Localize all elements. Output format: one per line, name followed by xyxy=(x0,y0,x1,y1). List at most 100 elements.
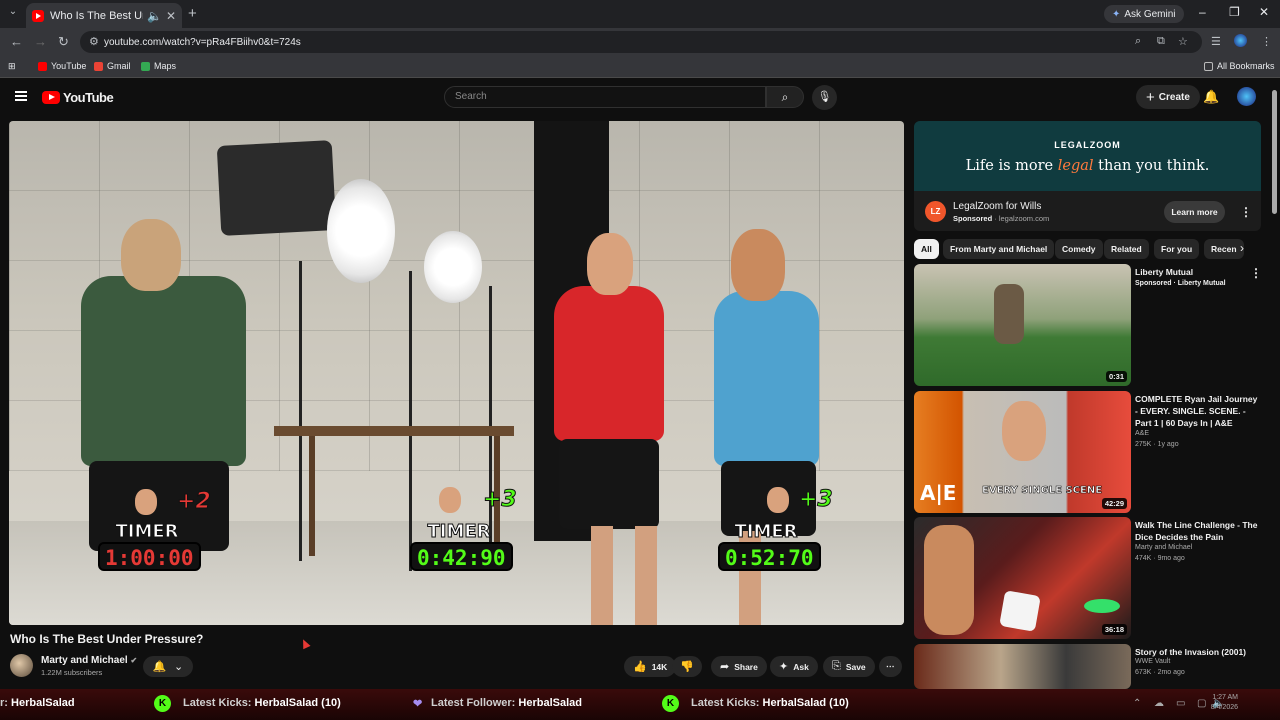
recommendation-title[interactable]: Walk The Line Challenge - The Dice Decid… xyxy=(1135,519,1260,543)
bookmark-gmail[interactable]: Gmail xyxy=(94,61,131,71)
recommendation-channel[interactable]: A&E xyxy=(1135,430,1149,437)
youtube-logo[interactable]: YouTube xyxy=(42,90,114,105)
profile-icon[interactable] xyxy=(1234,34,1247,47)
filter-chips: All From Marty and Michael Comedy Relate… xyxy=(914,239,1254,259)
recommendation-item[interactable]: EVERY SINGLE SCENE A|E 42:29 COMPLETE Ry… xyxy=(914,391,1264,513)
channel-avatar[interactable] xyxy=(10,654,33,677)
search-input[interactable]: Search xyxy=(444,86,766,108)
chip-for-you[interactable]: For you xyxy=(1154,239,1200,259)
chip-related[interactable]: Related xyxy=(1104,239,1149,259)
chip-from-channel[interactable]: From Marty and Michael xyxy=(943,239,1055,259)
create-button[interactable]: + Create xyxy=(1136,85,1200,109)
page-scrollbar[interactable] xyxy=(1270,84,1278,688)
taskbar-ticker: r: HerbalSalad K Latest Kicks: HerbalSal… xyxy=(0,689,1280,720)
chip-recent[interactable]: Recen xyxy=(1204,239,1244,259)
bookmark-youtube[interactable]: YouTube xyxy=(38,61,86,71)
close-window-icon[interactable]: ✕ xyxy=(1259,5,1269,19)
bookmark-youtube-label: YouTube xyxy=(51,61,87,71)
search-icon: ⌕ xyxy=(781,90,789,104)
mouse-cursor xyxy=(299,637,311,650)
tray-cloud-icon[interactable]: ☁ xyxy=(1154,698,1164,709)
tray-network-icon[interactable]: ▭ xyxy=(1176,698,1185,709)
channel-name[interactable]: Marty and Michael xyxy=(41,655,128,666)
install-app-icon[interactable]: ⧉ xyxy=(1157,35,1165,48)
bookmark-star-icon[interactable]: ☆ xyxy=(1178,35,1188,48)
menu-hamburger-icon[interactable] xyxy=(15,91,27,101)
apps-grid-icon[interactable]: ⊞ xyxy=(8,61,16,72)
new-tab-button[interactable]: + xyxy=(188,5,197,22)
recommendation-item[interactable]: 0:31 Liberty Mutual Sponsored · Liberty … xyxy=(914,264,1264,386)
thumbs-down-icon: 👎 xyxy=(680,661,694,673)
video-title: Who Is The Best Under Pressure? xyxy=(10,632,204,646)
minimize-icon[interactable]: – xyxy=(1199,5,1206,19)
extensions-icon[interactable]: ☰ xyxy=(1211,35,1221,48)
all-bookmarks[interactable]: All Bookmarks xyxy=(1204,61,1275,71)
dislike-button[interactable]: 👎 xyxy=(672,656,702,677)
share-button[interactable]: ➦ Share xyxy=(711,656,767,677)
ad-advertiser-name[interactable]: LegalZoom for Wills xyxy=(953,201,1041,212)
ticker-prefix: Latest Kicks: xyxy=(183,697,252,709)
recommendation-title[interactable]: Liberty Mutual xyxy=(1135,266,1260,278)
forward-icon[interactable]: → xyxy=(34,34,47,49)
recommendation-channel[interactable]: WWE Vault xyxy=(1135,658,1170,665)
ad-advertiser-logo[interactable]: LZ xyxy=(925,201,946,222)
tab-search-icon[interactable]: ⌄ xyxy=(6,6,20,20)
browser-tab-strip: ⌄ Who Is The Best Under Pre 🔈 ✕ + ✦Ask G… xyxy=(0,0,1280,28)
timer-clock: 0:42:90 xyxy=(410,542,513,571)
recommendation-title[interactable]: Story of the Invasion (2001) xyxy=(1135,646,1260,658)
ask-gemini-button[interactable]: ✦ Ask Gemini xyxy=(1104,5,1184,23)
save-button[interactable]: ⎘ Save xyxy=(823,656,875,677)
ask-button[interactable]: ✦ Ask xyxy=(770,656,818,677)
timer-label: TIMER xyxy=(427,521,491,543)
more-actions-button[interactable]: ⋯ xyxy=(879,656,902,677)
menu-kebab-icon[interactable]: ⋮ xyxy=(1261,35,1272,48)
bookmarks-bar: ⊞ YouTube Gmail Maps All Bookmarks xyxy=(0,56,1280,78)
video-player[interactable]: +2 TIMER 1:00:00 +3 TIMER 0:42:90 +3 TIM… xyxy=(9,121,904,625)
maximize-icon[interactable]: ❐ xyxy=(1229,5,1240,19)
voice-search-button[interactable]: 🎙 xyxy=(812,85,837,110)
thumbnail-face xyxy=(1002,401,1046,461)
thumbnail-glow xyxy=(1084,599,1120,613)
close-tab-icon[interactable]: ✕ xyxy=(166,9,176,23)
bookmark-maps[interactable]: Maps xyxy=(141,61,176,71)
notifications-bell-icon[interactable]: 🔔 xyxy=(1203,89,1219,105)
browser-tab[interactable]: Who Is The Best Under Pre 🔈 ✕ xyxy=(26,3,182,28)
account-avatar[interactable] xyxy=(1237,87,1256,106)
chip-comedy[interactable]: Comedy xyxy=(1055,239,1103,259)
channel-name-row[interactable]: Marty and Michael ✔ xyxy=(41,655,137,666)
mute-tab-icon[interactable]: 🔈 xyxy=(147,9,162,23)
search-button[interactable]: ⌕ xyxy=(766,86,804,108)
gemini-icon: ✦ xyxy=(1112,8,1121,20)
recommendation-title[interactable]: COMPLETE Ryan Jail Journey - EVERY. SING… xyxy=(1135,393,1260,429)
timer-label: TIMER xyxy=(734,521,798,543)
back-icon[interactable]: ← xyxy=(10,34,23,49)
video-thumbnail[interactable]: 36:18 xyxy=(914,517,1131,639)
softbox-light xyxy=(424,231,482,303)
site-info-icon[interactable]: ⚙ xyxy=(89,35,99,48)
item-menu-kebab-icon[interactable]: ⋮ xyxy=(1250,266,1262,280)
recommendation-channel[interactable]: Sponsored · Liberty Mutual xyxy=(1135,280,1226,287)
like-button[interactable]: 👍 14K xyxy=(624,656,677,677)
address-bar[interactable]: youtube.com/watch?v=pRa4FBiihv0&t=724s xyxy=(80,31,1202,53)
ticker-prefix: Latest Follower: xyxy=(431,697,516,709)
all-bookmarks-label: All Bookmarks xyxy=(1217,61,1275,71)
video-thumbnail[interactable] xyxy=(914,644,1131,689)
chips-next-chevron-icon[interactable]: › xyxy=(1240,241,1244,255)
system-clock[interactable]: 1:27 AM 8/4/2026 xyxy=(1198,693,1238,713)
recommendation-item[interactable]: Story of the Invasion (2001) WWE Vault 6… xyxy=(914,644,1264,689)
ad-banner[interactable]: LEGALZOOM Life is more legal than you th… xyxy=(914,121,1261,191)
recommendation-channel[interactable]: Marty and Michael xyxy=(1135,544,1192,551)
tray-chevron-icon[interactable]: ⌃ xyxy=(1133,698,1141,709)
ticker-name: HerbalSalad xyxy=(518,697,582,709)
recommendation-item[interactable]: 36:18 Walk The Line Challenge - The Dice… xyxy=(914,517,1264,639)
reload-icon[interactable]: ↻ xyxy=(58,34,69,50)
zoom-icon[interactable]: ⌕ xyxy=(1135,35,1141,48)
chip-all[interactable]: All xyxy=(914,239,939,259)
video-thumbnail[interactable]: EVERY SINGLE SCENE A|E 42:29 xyxy=(914,391,1131,513)
learn-more-button[interactable]: Learn more xyxy=(1164,201,1225,223)
youtube-header: YouTube Search ⌕ 🎙 + Create 🔔 xyxy=(0,78,1280,118)
subscription-notifications-button[interactable]: 🔔 ⌄ xyxy=(143,656,193,677)
scrollbar-thumb[interactable] xyxy=(1272,90,1277,214)
ad-menu-kebab-icon[interactable]: ⋮ xyxy=(1240,205,1252,219)
video-thumbnail[interactable]: 0:31 xyxy=(914,264,1131,386)
